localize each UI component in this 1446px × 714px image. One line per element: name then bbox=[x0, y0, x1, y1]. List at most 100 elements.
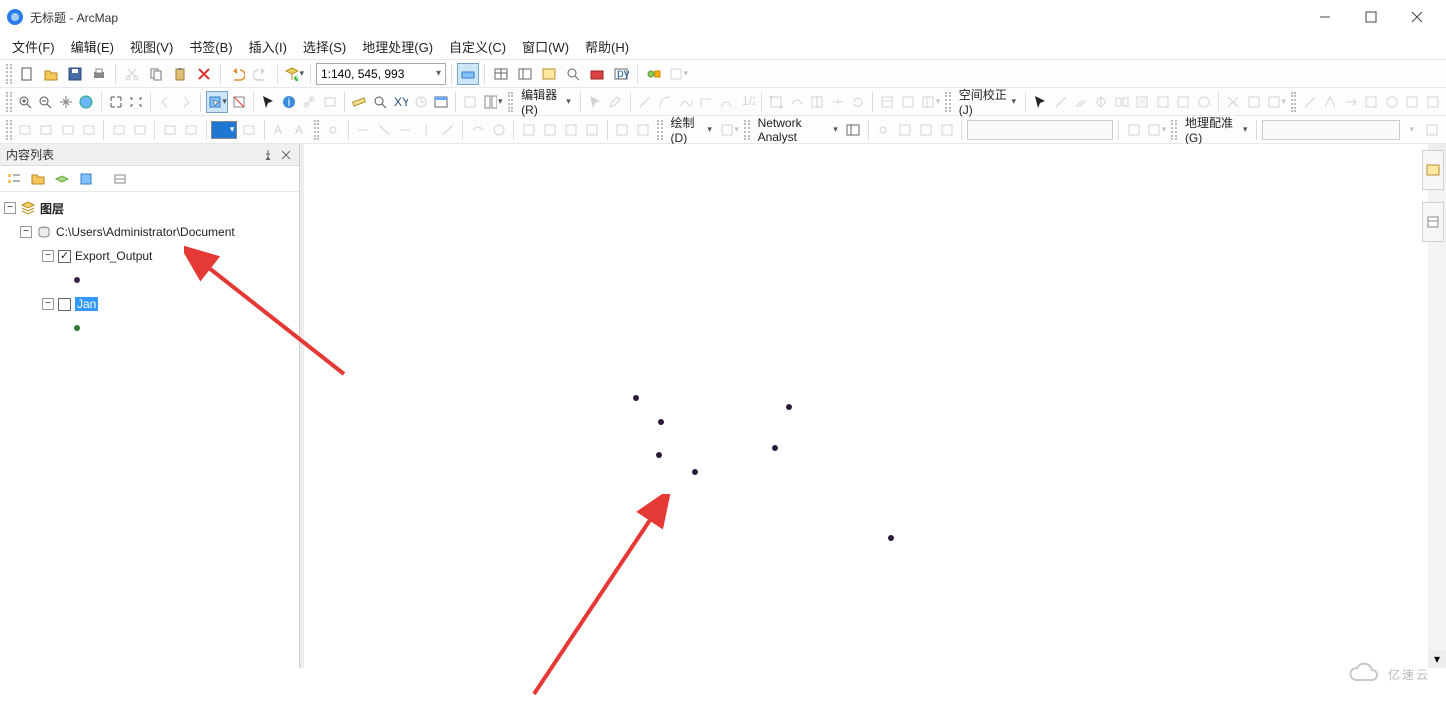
rotate-icon[interactable] bbox=[849, 91, 867, 113]
cogo-6-icon[interactable] bbox=[1403, 91, 1421, 113]
parcel-3-icon[interactable] bbox=[58, 119, 77, 141]
measure-button[interactable] bbox=[350, 91, 368, 113]
menu-file[interactable]: 文件(F) bbox=[4, 33, 63, 60]
topo-6-icon[interactable] bbox=[438, 119, 457, 141]
na-build-icon[interactable] bbox=[1124, 119, 1143, 141]
new-button[interactable] bbox=[16, 63, 38, 85]
table-window-icon[interactable] bbox=[490, 63, 512, 85]
straight-segment-icon[interactable] bbox=[635, 91, 653, 113]
pin-icon[interactable] bbox=[261, 148, 275, 162]
next-extent-button[interactable] bbox=[177, 91, 195, 113]
zoom-in-button[interactable] bbox=[16, 91, 34, 113]
layer-tree[interactable]: − 图层 − C:\Users\Administrator\Document −… bbox=[0, 192, 299, 668]
cogo-3-icon[interactable] bbox=[1341, 91, 1359, 113]
prev-extent-button[interactable] bbox=[156, 91, 174, 113]
clear-links-icon[interactable] bbox=[1224, 91, 1242, 113]
list-by-visibility-icon[interactable] bbox=[52, 169, 72, 189]
topo-14-icon[interactable] bbox=[634, 119, 653, 141]
toolbar-handle[interactable] bbox=[657, 120, 663, 140]
select-elements-icon[interactable] bbox=[1031, 91, 1049, 113]
adj-preview-icon[interactable] bbox=[1195, 91, 1213, 113]
displacement-link-icon[interactable] bbox=[1051, 91, 1069, 113]
list-by-selection-icon[interactable] bbox=[76, 169, 96, 189]
pointer-button[interactable] bbox=[259, 91, 277, 113]
menu-help[interactable]: 帮助(H) bbox=[577, 33, 637, 60]
collapse-icon[interactable]: − bbox=[4, 202, 16, 214]
hyperlink-button[interactable] bbox=[300, 91, 318, 113]
attributes-button[interactable] bbox=[878, 91, 896, 113]
topo-1-icon[interactable] bbox=[323, 119, 342, 141]
annotation-construction-icon[interactable]: A bbox=[269, 119, 288, 141]
parcel-7-icon[interactable] bbox=[160, 119, 179, 141]
collapse-icon[interactable]: − bbox=[42, 298, 54, 310]
na-directions-icon[interactable] bbox=[937, 119, 956, 141]
draw-dropdown-icon[interactable]: ▾ bbox=[718, 119, 740, 141]
print-button[interactable] bbox=[88, 63, 110, 85]
clear-selection-button[interactable] bbox=[230, 91, 248, 113]
menu-insert[interactable]: 插入(I) bbox=[241, 33, 295, 60]
toolbar-handle[interactable] bbox=[1291, 92, 1297, 112]
toolbar-handle[interactable] bbox=[6, 64, 12, 84]
html-popup-button[interactable] bbox=[321, 91, 339, 113]
topo-12-icon[interactable] bbox=[583, 119, 602, 141]
identity-link-icon[interactable] bbox=[1092, 91, 1110, 113]
adj-tool-more-icon[interactable]: ▾ bbox=[1265, 91, 1287, 113]
extra-tool-icon[interactable]: ▾ bbox=[667, 63, 689, 85]
map-scale-combobox[interactable]: 1:140, 545, 993 ▾ bbox=[316, 63, 446, 85]
parcel-5-icon[interactable] bbox=[109, 119, 128, 141]
na-window-icon[interactable] bbox=[844, 119, 863, 141]
close-panel-icon[interactable] bbox=[279, 148, 293, 162]
identify-button[interactable]: i bbox=[280, 91, 298, 113]
na-select-icon[interactable] bbox=[895, 119, 914, 141]
tree-root-layers[interactable]: − 图层 bbox=[2, 196, 297, 220]
menu-select[interactable]: 选择(S) bbox=[295, 33, 354, 60]
undo-button[interactable] bbox=[226, 63, 248, 85]
topo-3-icon[interactable] bbox=[375, 119, 394, 141]
spatial-adjustment-menu[interactable]: 空间校正(J)▾ bbox=[955, 86, 1020, 117]
georef-more-icon[interactable]: ▾ bbox=[1402, 119, 1421, 141]
toc-window-icon[interactable] bbox=[514, 63, 536, 85]
draw-menu[interactable]: 绘制(D)▾ bbox=[667, 114, 716, 145]
menu-geoprocess[interactable]: 地理处理(G) bbox=[354, 33, 441, 60]
topo-10-icon[interactable] bbox=[540, 119, 559, 141]
select-features-button[interactable]: ▾ bbox=[206, 91, 228, 113]
goto-xy-button[interactable]: XY bbox=[391, 91, 409, 113]
parcel-4-icon[interactable] bbox=[79, 119, 98, 141]
endpoint-arc-icon[interactable] bbox=[717, 91, 735, 113]
topo-11-icon[interactable] bbox=[561, 119, 580, 141]
attribute-transfer-icon[interactable] bbox=[1174, 91, 1192, 113]
topo-8-icon[interactable] bbox=[489, 119, 508, 141]
cut-button[interactable] bbox=[121, 63, 143, 85]
cogo-1-icon[interactable] bbox=[1300, 91, 1318, 113]
window-minimize-button[interactable] bbox=[1302, 2, 1348, 32]
na-add-location-icon[interactable] bbox=[874, 119, 893, 141]
topo-5-icon[interactable] bbox=[417, 119, 436, 141]
scroll-down-icon[interactable]: ▾ bbox=[1428, 650, 1446, 668]
add-data-button[interactable]: +▾ bbox=[283, 63, 305, 85]
split-icon[interactable] bbox=[828, 91, 846, 113]
right-angle-icon[interactable] bbox=[697, 91, 715, 113]
view-link-icon[interactable] bbox=[1154, 91, 1172, 113]
cut-polygons-icon[interactable] bbox=[808, 91, 826, 113]
topo-7-icon[interactable] bbox=[468, 119, 487, 141]
tree-folder[interactable]: − C:\Users\Administrator\Document bbox=[2, 220, 297, 244]
catalog-tab-icon[interactable] bbox=[1422, 150, 1444, 190]
arc-segment-icon[interactable] bbox=[656, 91, 674, 113]
save-button[interactable] bbox=[64, 63, 86, 85]
sketch-properties-icon[interactable] bbox=[899, 91, 917, 113]
cogo-2-icon[interactable] bbox=[1321, 91, 1339, 113]
topo-13-icon[interactable] bbox=[613, 119, 632, 141]
options-icon[interactable] bbox=[110, 169, 130, 189]
edit-tool-icon[interactable] bbox=[586, 91, 604, 113]
pan-button[interactable] bbox=[57, 91, 75, 113]
tree-layer-jan[interactable]: − Jan bbox=[2, 292, 297, 316]
tree-layer1-symbol[interactable] bbox=[2, 268, 297, 292]
georef-tool-icon[interactable] bbox=[1423, 119, 1442, 141]
multi-link-icon[interactable] bbox=[1072, 91, 1090, 113]
topo-4-icon[interactable] bbox=[396, 119, 415, 141]
python-window-icon[interactable]: py bbox=[610, 63, 632, 85]
delete-button[interactable] bbox=[193, 63, 215, 85]
menu-bookmark[interactable]: 书签(B) bbox=[181, 33, 240, 60]
cogo-7-icon[interactable] bbox=[1423, 91, 1441, 113]
fill-color-swatch[interactable]: ▾ bbox=[211, 121, 237, 139]
